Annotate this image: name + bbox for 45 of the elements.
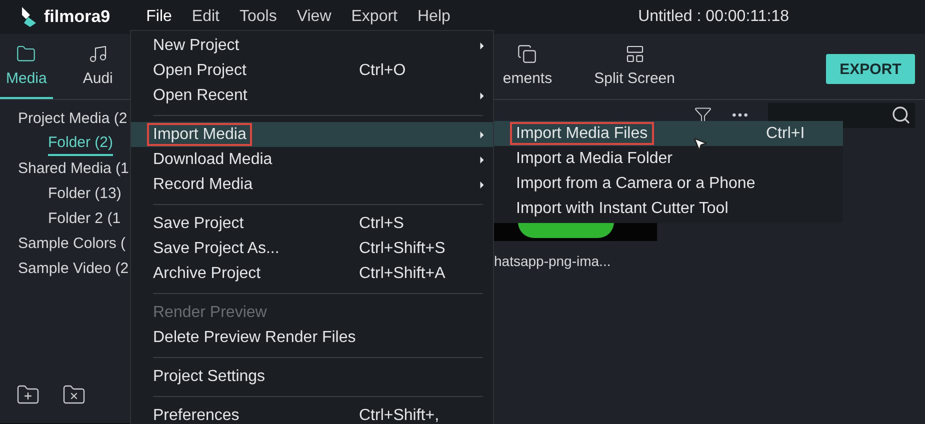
filter-icon[interactable] [694, 106, 712, 124]
tab[interactable]: ements [496, 34, 558, 99]
tab[interactable]: Audi [76, 34, 119, 99]
tab[interactable]: Split Screen [588, 34, 681, 99]
sidebar-item[interactable]: Folder (2) [48, 131, 114, 156]
menu-entry[interactable]: New Project [131, 33, 493, 58]
menu-entry[interactable]: Import from a Camera or a Phone [494, 171, 843, 196]
folder-icon [16, 44, 36, 64]
sidebar-item[interactable]: Project Media (2 [18, 106, 128, 131]
menu-entry[interactable]: Project Settings [131, 364, 493, 389]
layout-icon [624, 44, 645, 64]
menu-entry[interactable]: Archive Project Ctrl+Shift+A [131, 261, 493, 286]
menu-item[interactable]: File [136, 8, 182, 26]
menu-entry[interactable]: Save Project Ctrl+S [131, 211, 493, 236]
menu-entry[interactable]: Preferences Ctrl+Shift+, [131, 403, 493, 424]
project-title: Untitled : 00:00:11:18 [638, 8, 789, 26]
menu-entry[interactable]: Save Project As... Ctrl+Shift+S [131, 236, 493, 261]
layers-icon [517, 44, 538, 64]
menu-item[interactable]: Help [408, 8, 460, 26]
sidebar-item[interactable]: Shared Media (1 [18, 156, 129, 181]
menu-entry[interactable]: Import with Instant Cutter Tool [494, 196, 843, 221]
sidebar-item[interactable]: Sample Video (2 [18, 256, 129, 281]
cursor-icon [692, 136, 708, 152]
menu-item[interactable]: View [286, 8, 342, 26]
menu-entry[interactable]: Open Recent [131, 83, 493, 108]
music-icon [88, 44, 108, 64]
search-icon [891, 105, 911, 125]
menu-entry[interactable]: Download Media [131, 147, 493, 172]
export-button[interactable]: EXPORT [826, 54, 915, 84]
menu-entry[interactable]: Delete Preview Render Files [131, 325, 493, 350]
menu-entry[interactable]: Import Media Files Ctrl+I [494, 121, 843, 146]
tab[interactable]: Media [0, 34, 53, 99]
sidebar-item[interactable]: Folder 2 (1 [48, 206, 121, 231]
logo-text: filmora9 [44, 7, 110, 27]
logo-icon [20, 6, 38, 28]
menu-item[interactable]: Export [341, 8, 408, 26]
media-title: hatsapp-png-ima... [494, 253, 612, 269]
menu-item[interactable]: Tools [230, 8, 287, 26]
menu-entry[interactable]: Open Project Ctrl+O [131, 58, 493, 83]
menu-entry[interactable]: Import Media [131, 122, 493, 147]
menu-item[interactable]: Edit [182, 8, 230, 26]
menu-entry[interactable]: Record Media [131, 172, 493, 197]
sidebar-item[interactable]: Sample Colors ( [18, 231, 126, 256]
menu-entry[interactable]: Import a Media Folder [494, 146, 843, 171]
sidebar-item[interactable]: Folder (13) [48, 181, 122, 206]
